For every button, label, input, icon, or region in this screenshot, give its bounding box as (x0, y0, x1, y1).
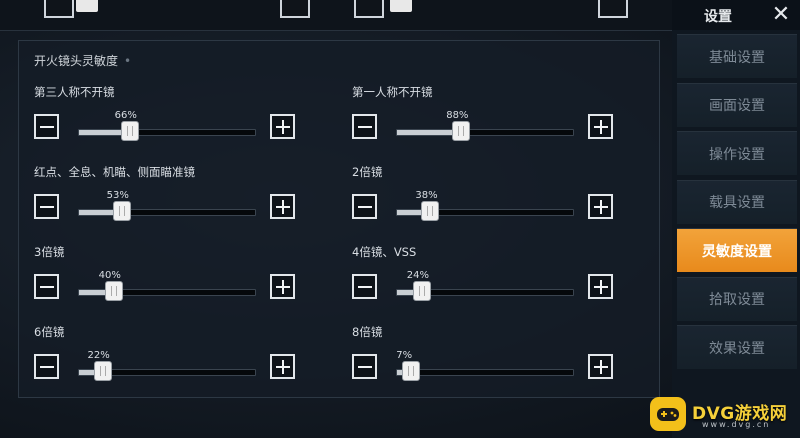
plus-icon (275, 279, 291, 295)
nav-item-label: 载具设置 (709, 195, 765, 211)
slider-label: 8倍镜 (352, 325, 383, 339)
cutoff-button[interactable] (44, 0, 74, 18)
nav-item-label: 基础设置 (709, 49, 765, 66)
cutoff-slider-thumb[interactable] (76, 0, 98, 12)
nav-item[interactable]: 画面设置 (677, 82, 797, 127)
slider-label: 4倍镜、VSS (352, 245, 417, 259)
minus-icon (357, 359, 373, 375)
previous-section-strip (0, 0, 672, 31)
slider-label: 6倍镜 (34, 325, 65, 339)
slider-percent: 24% (406, 270, 430, 281)
increase-button[interactable] (588, 354, 613, 379)
minus-icon (39, 199, 55, 215)
slider-percent: 88% (446, 110, 469, 121)
increase-button[interactable] (270, 114, 295, 139)
slider-thumb[interactable] (104, 281, 123, 301)
watermark-domain: www.dvg.cn (702, 420, 771, 429)
decrease-button[interactable] (34, 354, 59, 379)
slider-percent: 38% (415, 190, 438, 201)
slider-thumb[interactable] (402, 361, 421, 381)
decrease-button[interactable] (34, 274, 59, 299)
slider-label: 2倍镜 (352, 165, 383, 179)
nav-item-label: 效果设置 (709, 340, 765, 357)
slider-label: 3倍镜 (34, 245, 65, 259)
decrease-button[interactable] (352, 354, 377, 379)
increase-button[interactable] (270, 274, 295, 299)
minus-icon (39, 119, 55, 135)
plus-icon (593, 119, 609, 135)
slider-thumb[interactable] (93, 361, 112, 381)
slider-percent: 7% (396, 350, 413, 361)
nav-item[interactable]: 载具设置 (677, 179, 797, 224)
increase-button[interactable] (270, 194, 295, 219)
decrease-button[interactable] (352, 274, 377, 299)
slider-thumb[interactable] (452, 121, 471, 141)
slider-label: 第三人称不开镜 (34, 85, 115, 99)
nav-item-label: 拾取设置 (709, 292, 765, 308)
cutoff-button[interactable] (280, 0, 310, 18)
slider-thumb[interactable] (120, 121, 139, 141)
nav-item[interactable]: 操作设置 (677, 131, 797, 175)
increase-button[interactable] (588, 274, 613, 299)
minus-icon (39, 359, 55, 375)
plus-icon (593, 359, 609, 375)
slider-track[interactable] (78, 121, 256, 141)
settings-title: 设置 (704, 9, 732, 25)
close-icon[interactable]: ✕ (768, 4, 794, 28)
watermark: DVG游戏网 www.dvg.cn (650, 393, 800, 435)
slider-track[interactable] (78, 281, 256, 301)
increase-button[interactable] (588, 114, 613, 139)
slider-label: 红点、全息、机瞄、侧面瞄准镜 (34, 165, 195, 179)
increase-button[interactable] (588, 194, 613, 219)
nav-item-label: 操作设置 (709, 146, 765, 163)
cutoff-button[interactable] (598, 0, 628, 18)
slider-percent: 22% (87, 350, 110, 361)
slider-percent: 40% (98, 270, 121, 281)
decrease-button[interactable] (352, 114, 377, 139)
minus-icon (357, 279, 373, 295)
decrease-button[interactable] (352, 194, 377, 219)
slider-label: 第一人称不开镜 (352, 85, 433, 99)
nav-item[interactable]: 拾取设置 (677, 276, 797, 321)
slider-percent: 66% (114, 110, 137, 121)
slider-track[interactable] (396, 281, 574, 301)
plus-icon (275, 359, 291, 375)
plus-icon (593, 199, 609, 215)
minus-icon (357, 199, 373, 215)
slider-track[interactable] (78, 361, 256, 381)
plus-icon (275, 199, 291, 215)
nav-item[interactable]: 灵敏度设置 (677, 228, 797, 272)
slider-track[interactable] (396, 361, 574, 381)
slider-percent: 53% (106, 190, 129, 201)
nav-item-label: 灵敏度设置 (702, 243, 772, 260)
gamepad-icon (650, 397, 686, 431)
minus-icon (39, 279, 55, 295)
cutoff-slider-thumb[interactable] (390, 0, 412, 12)
slider-track[interactable] (78, 201, 256, 221)
nav-item[interactable]: 效果设置 (677, 325, 797, 369)
cutoff-button[interactable] (354, 0, 384, 18)
slider-track[interactable] (396, 201, 574, 221)
slider-thumb[interactable] (412, 281, 431, 301)
decrease-button[interactable] (34, 114, 59, 139)
decrease-button[interactable] (34, 194, 59, 219)
section-title: 开火镜头灵敏度 • (34, 54, 132, 68)
increase-button[interactable] (270, 354, 295, 379)
slider-track[interactable] (396, 121, 574, 141)
minus-icon (357, 119, 373, 135)
nav-item-label: 画面设置 (709, 98, 765, 114)
slider-thumb[interactable] (421, 201, 440, 221)
slider-thumb[interactable] (112, 201, 131, 221)
nav-item[interactable]: 基础设置 (677, 34, 797, 78)
plus-icon (275, 119, 291, 135)
plus-icon (593, 279, 609, 295)
